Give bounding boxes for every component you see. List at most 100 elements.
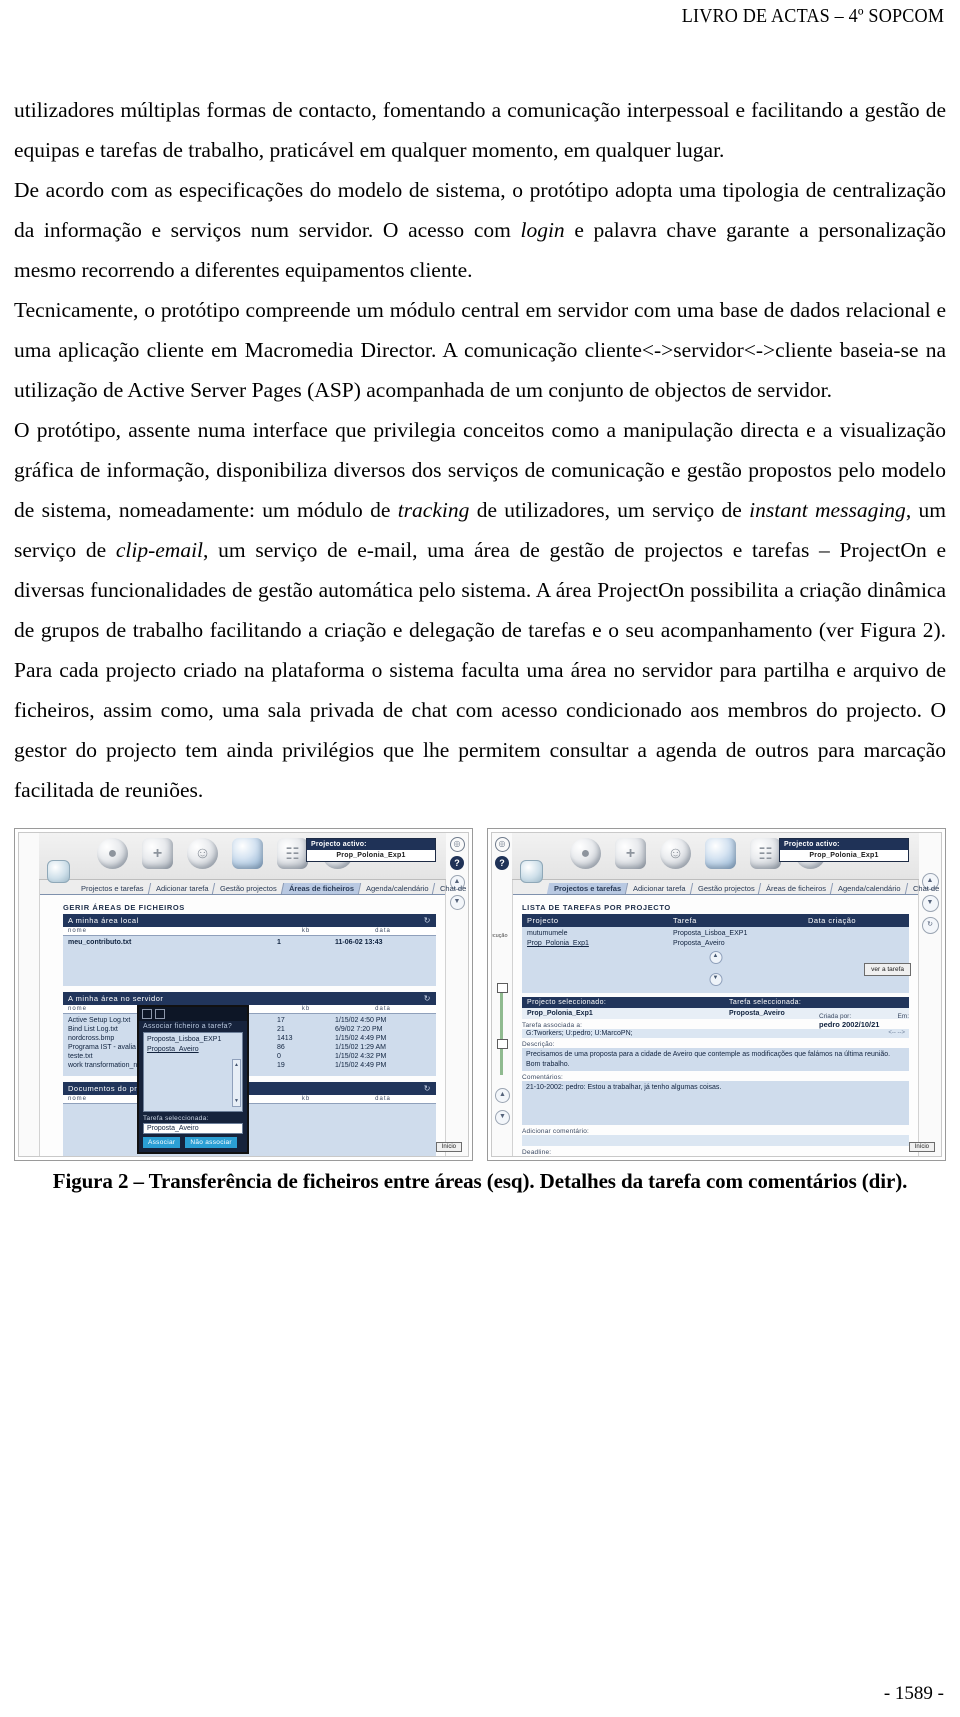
- messages-icon[interactable]: ●: [570, 838, 601, 869]
- list-item[interactable]: meu_contributo.txt 1 11-06-02 13:43: [68, 938, 431, 947]
- list-item[interactable]: teste.txt 0 1/15/02 4:32 PM: [68, 1052, 431, 1061]
- projects-icon[interactable]: [705, 838, 736, 869]
- slider-knob-top[interactable]: [497, 983, 508, 993]
- associated-arrows-icon[interactable]: <-- -->: [888, 1030, 905, 1037]
- active-project-label: Projecto activo:: [307, 839, 435, 850]
- project-docs-bar: Documentos do projecto: ↻: [63, 1082, 436, 1095]
- dialog-task-list[interactable]: Proposta_Lisboa_EXP1 Proposta_Aveiro ▲ ▼: [143, 1032, 243, 1112]
- list-item[interactable]: Programa IST - avalia o do mercado.PDF 8…: [68, 1043, 431, 1052]
- scroll-down-icon[interactable]: ▼: [709, 973, 722, 986]
- active-project-label: Projecto activo:: [780, 839, 908, 850]
- list-item[interactable]: Bind List Log.txt 21 6/9/02 7:20 PM: [68, 1025, 431, 1034]
- minimize-icon[interactable]: [155, 1009, 165, 1019]
- contacts-icon[interactable]: ☺: [660, 838, 691, 869]
- list-item[interactable]: work transformation_notas.doc 19 1/15/02…: [68, 1061, 431, 1070]
- comment-item: 21-10-2002: pedro: Estou a trabalhar, já…: [526, 1084, 722, 1091]
- home-icon[interactable]: [47, 860, 70, 883]
- inicio-button[interactable]: Início: [435, 1142, 462, 1152]
- project-docs-filelist[interactable]: [63, 1104, 436, 1156]
- tab-projectos-e-tarefas[interactable]: Projectos e tarefas: [74, 883, 150, 894]
- refresh-icon[interactable]: ↻: [424, 1084, 431, 1093]
- contacts-icon[interactable]: ☺: [187, 838, 218, 869]
- associated-field[interactable]: G:Tworkers; U:pedro; U:MarcoPN; <-- -->: [522, 1029, 909, 1038]
- left-app-left-rail: [19, 833, 40, 1156]
- paragraph-1: utilizadores múltiplas formas de contact…: [14, 98, 946, 162]
- inicio-button[interactable]: Início: [908, 1142, 935, 1152]
- task-list[interactable]: mutumumele Proposta_Lisboa_EXP1 Prop_Pol…: [522, 927, 909, 993]
- tab-chat-de-projecto[interactable]: Chat de projecto: [432, 883, 468, 894]
- view-task-button[interactable]: ver a tarefa: [864, 963, 911, 976]
- scroll-up-icon[interactable]: ▲: [709, 951, 722, 964]
- column-date: data: [375, 928, 391, 934]
- active-project-box: Projecto activo: Prop_Polonia_Exp1: [779, 838, 909, 862]
- slider-knob-bottom[interactable]: [497, 1039, 508, 1049]
- left-app-window: ◎ ? ▲ ▼ ● + ☺ ☷ ✉: [18, 832, 469, 1157]
- paragraph-3: Tecnicamente, o protótipo compreende um …: [14, 298, 946, 402]
- column-date: data: [375, 1096, 391, 1102]
- server-area-filelist[interactable]: Active Setup Log.txt 17 1/15/02 4:50 PM …: [63, 1014, 436, 1076]
- list-item[interactable]: Proposta_Lisboa_EXP1: [147, 1035, 239, 1045]
- help-icon[interactable]: ?: [495, 856, 509, 870]
- column-tarefa: Tarefa: [673, 916, 697, 925]
- add-comment-input[interactable]: [522, 1135, 909, 1146]
- list-item-selected[interactable]: Proposta_Aveiro: [147, 1045, 239, 1055]
- tab-gestao-projectos[interactable]: Gestão projectos: [689, 883, 761, 894]
- associate-button[interactable]: Associar: [143, 1137, 181, 1148]
- tab-areas-de-ficheiros[interactable]: Áreas de ficheiros: [758, 883, 833, 894]
- file-size: 19: [277, 1062, 285, 1069]
- close-icon[interactable]: ◎: [449, 837, 465, 852]
- execution-slider[interactable]: [497, 983, 508, 1075]
- do-not-associate-button[interactable]: Não associar: [185, 1137, 237, 1148]
- tab-agenda-calendario[interactable]: Agenda/calendário: [830, 883, 908, 894]
- calendar-icon[interactable]: ☷: [277, 838, 308, 869]
- file-date: 1/15/02 4:50 PM: [335, 1017, 387, 1024]
- selected-project-label: Projecto seleccionado:: [527, 999, 607, 1006]
- list-item[interactable]: nordcross.bmp 1413 1/15/02 4:49 PM: [68, 1034, 431, 1043]
- tab-adicionar-tarefa[interactable]: Adicionar tarefa: [147, 883, 215, 894]
- tab-label: Projectos e tarefas: [554, 884, 622, 893]
- created-by-value: pedro: [819, 1020, 840, 1029]
- deadline-label: Deadline:: [522, 1149, 552, 1156]
- cell-data: [808, 929, 904, 939]
- list-item[interactable]: Active Setup Log.txt 17 1/15/02 4:50 PM: [68, 1016, 431, 1025]
- tab-areas-de-ficheiros[interactable]: Áreas de ficheiros: [280, 883, 360, 894]
- scroll-up-icon[interactable]: ▲: [495, 1088, 510, 1103]
- table-row[interactable]: mutumumele Proposta_Lisboa_EXP1: [527, 929, 904, 939]
- local-area-filelist[interactable]: meu_contributo.txt 1 11-06-02 13:43: [63, 936, 436, 986]
- file-date: 6/9/02 7:20 PM: [335, 1026, 383, 1033]
- file-date: 1/15/02 4:49 PM: [335, 1035, 387, 1042]
- left-app-right-rail: ◎ ? ▲ ▼: [445, 833, 468, 1156]
- tab-projectos-e-tarefas[interactable]: Projectos e tarefas: [546, 883, 628, 894]
- refresh-icon[interactable]: ↻: [424, 916, 431, 925]
- scroll-down-icon[interactable]: ▼: [495, 1110, 510, 1125]
- table-row[interactable]: Prop_Polonia_Exp1 Proposta_Aveiro: [527, 939, 904, 949]
- scroll-up-icon[interactable]: ▲: [233, 1060, 240, 1070]
- description-text: Precisamos de uma proposta para a cidade…: [526, 1051, 891, 1058]
- cell-projecto: Prop_Polonia_Exp1: [527, 940, 589, 947]
- description-label: Descrição:: [522, 1041, 555, 1048]
- task-list-columns: Projecto Tarefa Data criação: [522, 914, 909, 927]
- comments-box[interactable]: 21-10-2002: pedro: Estou a trabalhar, já…: [522, 1081, 909, 1125]
- home-icon[interactable]: [520, 860, 543, 883]
- tab-agenda-calendario[interactable]: Agenda/calendário: [357, 883, 435, 894]
- calendar-icon[interactable]: ☷: [750, 838, 781, 869]
- tab-adicionar-tarefa[interactable]: Adicionar tarefa: [624, 883, 692, 894]
- close-icon[interactable]: ◎: [494, 837, 510, 852]
- right-app-left-rail: ◎ ? execução ▲ ▼: [492, 833, 513, 1156]
- nav-down-icon[interactable]: ▼: [921, 895, 939, 912]
- right-app-right-rail: ▲ ▼ ↻: [918, 833, 941, 1156]
- add-icon[interactable]: +: [142, 838, 173, 869]
- tab-chat-de-projecto[interactable]: Chat de projecto: [904, 883, 941, 894]
- add-icon[interactable]: +: [615, 838, 646, 869]
- dialog-scrollbar[interactable]: ▲ ▼: [232, 1059, 241, 1107]
- scroll-down-icon[interactable]: ▼: [233, 1096, 240, 1106]
- move-icon[interactable]: [142, 1009, 152, 1019]
- refresh-icon[interactable]: ↻: [424, 994, 431, 1003]
- tab-gestao-projectos[interactable]: Gestão projectos: [211, 883, 283, 894]
- messages-icon[interactable]: ●: [97, 838, 128, 869]
- tab-label: Gestão projectos: [220, 884, 277, 893]
- nav-refresh-icon[interactable]: ↻: [921, 917, 939, 934]
- projects-icon[interactable]: [232, 838, 263, 869]
- scroll-down-icon[interactable]: ▼: [449, 895, 465, 910]
- help-icon[interactable]: ?: [450, 856, 464, 870]
